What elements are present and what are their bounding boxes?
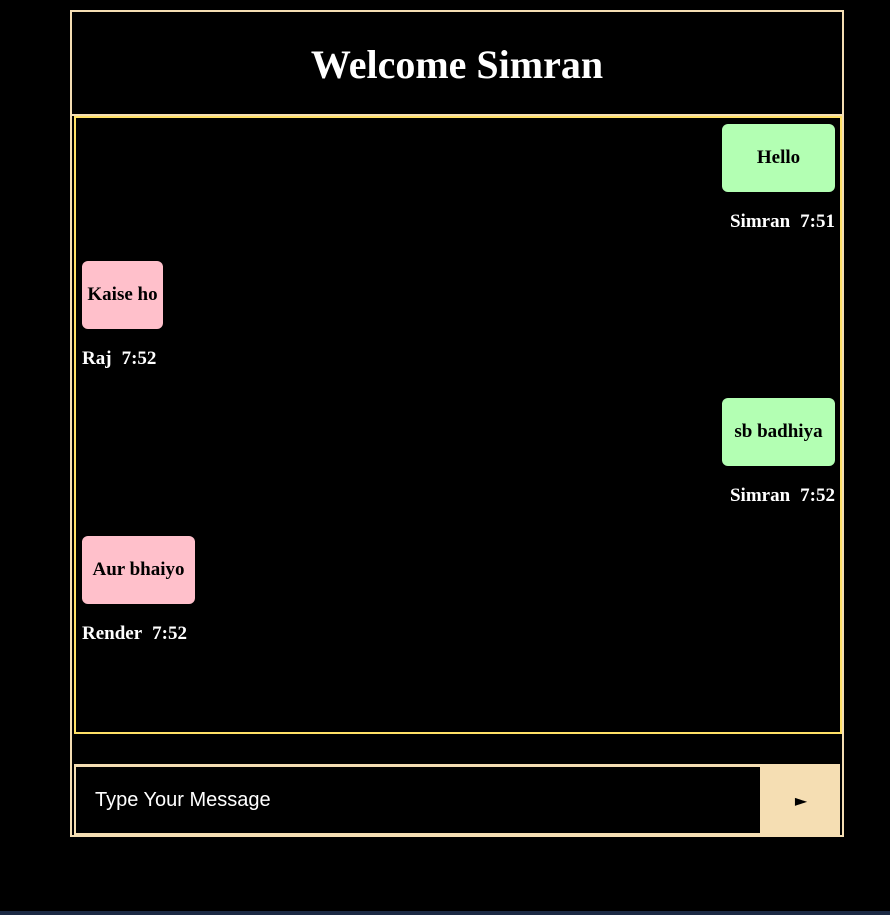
message-meta: Simran 7:52 bbox=[722, 485, 835, 507]
message-sender: Simran bbox=[729, 485, 791, 506]
message-bubble: Hello bbox=[722, 124, 835, 192]
message-time: 7:52 bbox=[121, 348, 157, 369]
message-sender: Render bbox=[82, 623, 143, 644]
message-time: 7:52 bbox=[152, 623, 187, 644]
chat-header: Welcome Simran bbox=[72, 12, 842, 116]
message-meta: Raj 7:52 bbox=[82, 348, 163, 370]
message-input[interactable] bbox=[74, 765, 762, 835]
message-item: Hello Simran 7:51 bbox=[722, 124, 835, 233]
send-button[interactable]: ► bbox=[762, 765, 840, 835]
page-bottom-strip bbox=[0, 911, 890, 915]
message-item: Kaise ho Raj 7:52 bbox=[82, 261, 163, 370]
message-bubble: Aur bhaiyo bbox=[82, 536, 195, 604]
message-time: 7:51 bbox=[800, 211, 835, 232]
message-item: sb badhiya Simran 7:52 bbox=[722, 398, 835, 507]
message-list[interactable]: Hello Simran 7:51 Kaise ho Raj 7:52 sb bad… bbox=[74, 116, 842, 734]
message-item: Aur bhaiyo Render 7:52 bbox=[82, 536, 195, 645]
message-composer: ► bbox=[74, 765, 842, 835]
message-sender: Raj bbox=[82, 348, 112, 369]
message-bubble: Kaise ho bbox=[82, 261, 163, 329]
message-bubble: sb badhiya bbox=[722, 398, 835, 466]
message-meta: Simran 7:51 bbox=[722, 211, 835, 233]
message-time: 7:52 bbox=[800, 485, 835, 506]
page-title: Welcome Simran bbox=[310, 41, 604, 87]
chat-container: Welcome Simran Hello Simran 7:51 Kaise ho… bbox=[70, 10, 844, 837]
send-arrow-icon: ► bbox=[794, 790, 808, 810]
message-sender: Simran bbox=[729, 211, 791, 232]
message-meta: Render 7:52 bbox=[82, 623, 195, 645]
composer-divider bbox=[74, 734, 840, 766]
